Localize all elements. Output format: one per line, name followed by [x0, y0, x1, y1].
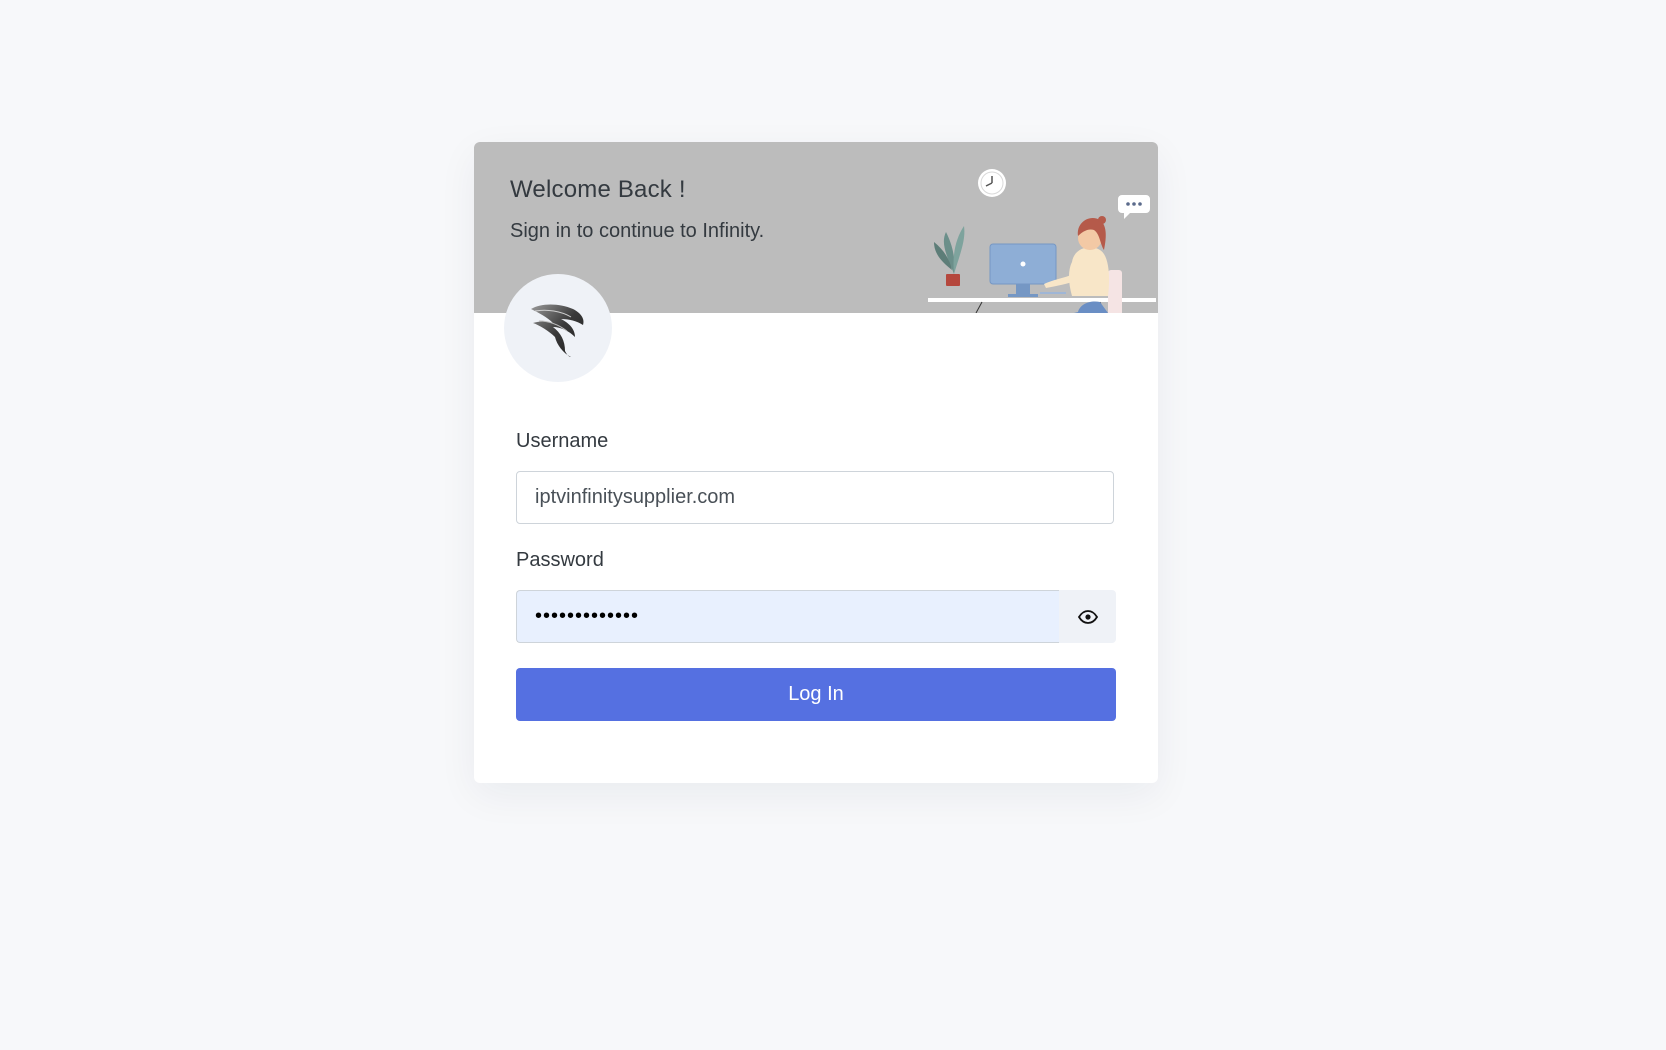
password-input-group: [516, 590, 1116, 643]
welcome-title: Welcome Back !: [510, 176, 686, 203]
username-label: Username: [516, 430, 609, 452]
feather-logo-icon: [531, 304, 584, 357]
password-label: Password: [516, 549, 604, 571]
toggle-password-button[interactable]: [1059, 590, 1116, 643]
login-card: Welcome Back ! Sign in to continue to In…: [474, 142, 1158, 783]
username-input[interactable]: [516, 471, 1114, 524]
welcome-subtitle: Sign in to continue to Infinity.: [510, 220, 765, 242]
brand-logo: [504, 274, 612, 382]
login-button[interactable]: Log In: [516, 668, 1116, 721]
password-input[interactable]: [516, 590, 1059, 643]
office-illustration: [928, 169, 1156, 313]
eye-icon: [1077, 609, 1098, 624]
